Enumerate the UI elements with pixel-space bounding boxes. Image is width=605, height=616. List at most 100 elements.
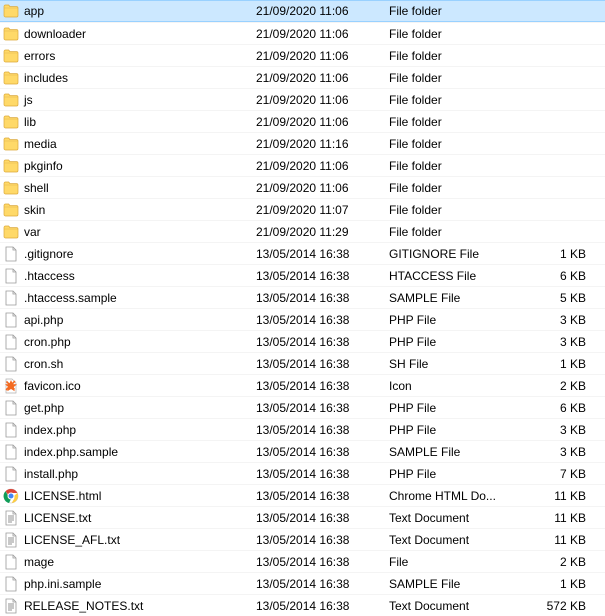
file-name-cell[interactable]: .htaccess.sample — [3, 290, 256, 306]
file-type-cell: Icon — [389, 379, 534, 393]
file-icon — [3, 356, 19, 372]
file-name-cell[interactable]: pkginfo — [3, 158, 256, 174]
file-name-cell[interactable]: errors — [3, 48, 256, 64]
file-type-cell: SAMPLE File — [389, 291, 534, 305]
file-name-label: .htaccess.sample — [24, 291, 117, 305]
file-type-cell: Text Document — [389, 533, 534, 547]
file-name-cell[interactable]: mage — [3, 554, 256, 570]
file-type-cell: File folder — [389, 4, 534, 18]
file-row[interactable]: favicon.ico13/05/2014 16:38Icon2 KB — [0, 374, 605, 396]
file-row[interactable]: php.ini.sample13/05/2014 16:38SAMPLE Fil… — [0, 572, 605, 594]
file-icon — [3, 312, 19, 328]
file-row[interactable]: index.php.sample13/05/2014 16:38SAMPLE F… — [0, 440, 605, 462]
file-name-cell[interactable]: index.php.sample — [3, 444, 256, 460]
file-row[interactable]: app21/09/2020 11:06File folder — [0, 0, 605, 22]
file-date-cell: 21/09/2020 11:16 — [256, 137, 389, 151]
file-row[interactable]: get.php13/05/2014 16:38PHP File6 KB — [0, 396, 605, 418]
file-name-cell[interactable]: media — [3, 136, 256, 152]
file-name-cell[interactable]: RELEASE_NOTES.txt — [3, 598, 256, 614]
file-size-cell: 3 KB — [534, 335, 594, 349]
file-name-cell[interactable]: LICENSE_AFL.txt — [3, 532, 256, 548]
file-name-cell[interactable]: favicon.ico — [3, 378, 256, 394]
file-name-cell[interactable]: var — [3, 224, 256, 240]
file-name-label: cron.sh — [24, 357, 63, 371]
file-size-cell: 3 KB — [534, 445, 594, 459]
file-list: app21/09/2020 11:06File folderdownloader… — [0, 0, 605, 616]
file-row[interactable]: lib21/09/2020 11:06File folder — [0, 110, 605, 132]
folder-icon — [3, 92, 19, 108]
file-date-cell: 13/05/2014 16:38 — [256, 379, 389, 393]
file-row[interactable]: .gitignore13/05/2014 16:38GITIGNORE File… — [0, 242, 605, 264]
file-name-cell[interactable]: includes — [3, 70, 256, 86]
text-icon — [3, 532, 19, 548]
file-name-label: LICENSE.txt — [24, 511, 91, 525]
file-name-cell[interactable]: .gitignore — [3, 246, 256, 262]
file-size-cell: 1 KB — [534, 357, 594, 371]
file-row[interactable]: downloader21/09/2020 11:06File folder — [0, 22, 605, 44]
folder-icon — [3, 136, 19, 152]
folder-icon — [3, 70, 19, 86]
file-size-cell: 11 KB — [534, 511, 594, 525]
file-type-cell: PHP File — [389, 401, 534, 415]
file-row[interactable]: api.php13/05/2014 16:38PHP File3 KB — [0, 308, 605, 330]
file-row[interactable]: shell21/09/2020 11:06File folder — [0, 176, 605, 198]
file-row[interactable]: var21/09/2020 11:29File folder — [0, 220, 605, 242]
file-name-cell[interactable]: LICENSE.txt — [3, 510, 256, 526]
file-row[interactable]: media 21/09/2020 11:16File folder — [0, 132, 605, 154]
file-row[interactable]: .htaccess13/05/2014 16:38HTACCESS File6 … — [0, 264, 605, 286]
file-row[interactable]: skin21/09/2020 11:07File folder — [0, 198, 605, 220]
file-size-cell: 7 KB — [534, 467, 594, 481]
file-name-cell[interactable]: php.ini.sample — [3, 576, 256, 592]
file-row[interactable]: RELEASE_NOTES.txt13/05/2014 16:38Text Do… — [0, 594, 605, 616]
file-row[interactable]: js21/09/2020 11:06File folder — [0, 88, 605, 110]
file-name-label: install.php — [24, 467, 78, 481]
file-date-cell: 13/05/2014 16:38 — [256, 401, 389, 415]
file-name-cell[interactable]: lib — [3, 114, 256, 130]
file-name-cell[interactable]: downloader — [3, 26, 256, 42]
file-name-cell[interactable]: get.php — [3, 400, 256, 416]
file-name-cell[interactable]: api.php — [3, 312, 256, 328]
file-row[interactable]: index.php13/05/2014 16:38PHP File3 KB — [0, 418, 605, 440]
file-name-cell[interactable]: js — [3, 92, 256, 108]
file-name-cell[interactable]: app — [3, 3, 256, 19]
folder-icon — [3, 180, 19, 196]
file-row[interactable]: errors21/09/2020 11:06File folder — [0, 44, 605, 66]
file-name-label: pkginfo — [24, 159, 63, 173]
file-name-cell[interactable]: index.php — [3, 422, 256, 438]
favicon-icon — [3, 378, 19, 394]
file-type-cell: File folder — [389, 181, 534, 195]
file-name-cell[interactable]: install.php — [3, 466, 256, 482]
file-name-cell[interactable]: LICENSE.html — [3, 488, 256, 504]
file-name-cell[interactable]: .htaccess — [3, 268, 256, 284]
file-name-cell[interactable]: cron.sh — [3, 356, 256, 372]
file-row[interactable]: pkginfo21/09/2020 11:06File folder — [0, 154, 605, 176]
folder-icon — [3, 114, 19, 130]
file-name-cell[interactable]: skin — [3, 202, 256, 218]
file-name-cell[interactable]: shell — [3, 180, 256, 196]
file-name-label: LICENSE_AFL.txt — [24, 533, 120, 547]
file-name-cell[interactable]: cron.php — [3, 334, 256, 350]
file-row[interactable]: LICENSE.txt13/05/2014 16:38Text Document… — [0, 506, 605, 528]
file-icon — [3, 444, 19, 460]
file-row[interactable]: .htaccess.sample13/05/2014 16:38SAMPLE F… — [0, 286, 605, 308]
file-name-label: media — [24, 137, 57, 151]
file-size-cell: 3 KB — [534, 313, 594, 327]
file-row[interactable]: mage13/05/2014 16:38File2 KB — [0, 550, 605, 572]
file-date-cell: 13/05/2014 16:38 — [256, 533, 389, 547]
file-name-label: errors — [24, 49, 55, 63]
file-row[interactable]: install.php13/05/2014 16:38PHP File7 KB — [0, 462, 605, 484]
file-row[interactable]: includes21/09/2020 11:06File folder — [0, 66, 605, 88]
folder-icon — [3, 48, 19, 64]
file-row[interactable]: LICENSE_AFL.txt 13/05/2014 16:38Text Docu… — [0, 528, 605, 550]
file-type-cell: File folder — [389, 137, 534, 151]
file-date-cell: 13/05/2014 16:38 — [256, 269, 389, 283]
file-date-cell: 21/09/2020 11:06 — [256, 27, 389, 41]
file-type-cell: Chrome HTML Do... — [389, 489, 534, 503]
file-date-cell: 13/05/2014 16:38 — [256, 577, 389, 591]
file-row[interactable]: cron.php13/05/2014 16:38PHP File3 KB — [0, 330, 605, 352]
file-row[interactable]: LICENSE.html13/05/2014 16:38Chrome HTML … — [0, 484, 605, 506]
file-date-cell: 21/09/2020 11:06 — [256, 181, 389, 195]
file-row[interactable]: cron.sh13/05/2014 16:38SH File1 KB — [0, 352, 605, 374]
file-type-cell: File folder — [389, 27, 534, 41]
file-icon — [3, 554, 19, 570]
